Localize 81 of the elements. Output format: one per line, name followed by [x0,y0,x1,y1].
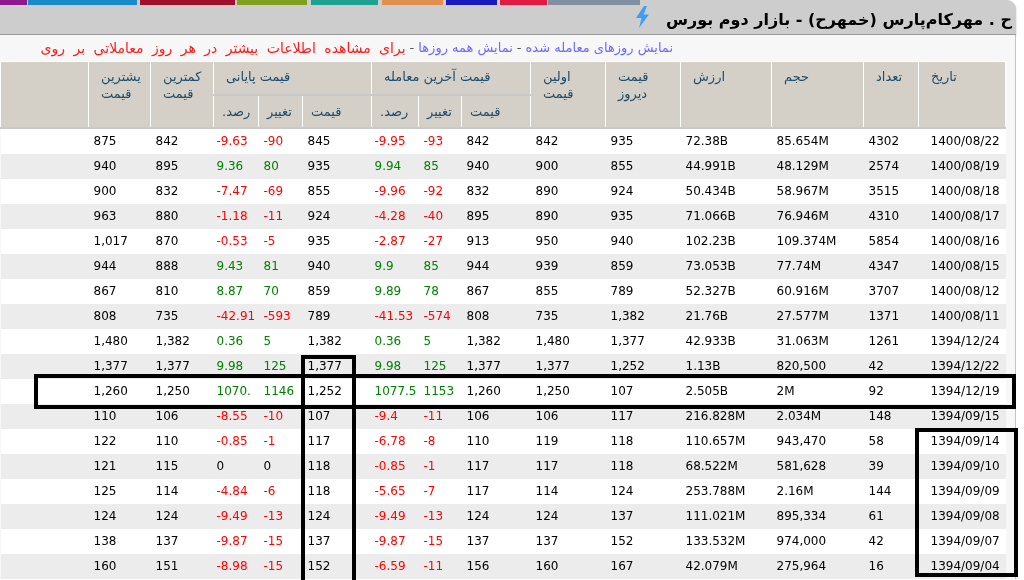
column-header: ارزش [680,61,772,128]
table-cell: 44.991B [680,153,772,179]
table-cell: 1400/08/19 [918,153,1006,179]
separator-text: - [409,39,415,58]
table-cell: 842 [461,127,531,154]
table-cell: 85.654M [771,127,864,154]
table-cell: 109.374M [771,228,864,254]
table-cell: 71.066B [680,203,772,229]
table-cell: 1400/08/12 [918,278,1006,304]
table-cell: 275,964 [771,553,864,579]
table-cell: 50.434B [680,178,772,204]
table-cell: 102.23B [680,228,772,254]
menu-tab[interactable] [446,0,497,5]
column-header: تغییر [418,94,462,128]
column-header: یشترین قیمت [88,61,151,128]
table-cell: 1400/08/18 [918,178,1006,204]
table-cell: 845 [302,127,372,154]
table-cell: 253.788M [680,478,772,504]
column-header: قیمت [461,94,531,128]
table-cell: 111.021M [680,503,772,529]
table-cell: 1400/08/16 [918,228,1006,254]
filter-link[interactable]: نمایش روزهای معامله شده [525,38,673,58]
menu-tab[interactable] [382,0,443,5]
hint-text: برای مشاهده اطلاعات بیشتر در هر روز معاملاتی بر روی [40,38,406,59]
table-cell: 842 [530,127,606,154]
column-header: رصد. [371,94,419,128]
table-cell: 21.76B [680,303,772,329]
menu-tab[interactable] [548,0,640,5]
table-cell: 935 [605,127,681,154]
table-cell: 42.933B [680,328,772,354]
table-cell: 1394/12/24 [918,328,1006,354]
menu-tab[interactable] [28,0,137,5]
table-cell: 1394/12/19 [918,378,1006,404]
table-cell: 1394/09/07 [918,528,1006,554]
table-cell: 52.327B [680,278,772,304]
column-header: تعداد [863,61,919,128]
table-cell: 1400/08/22 [918,127,1006,154]
table-cell: 895,334 [771,503,864,529]
column-header: حجم [771,61,864,128]
table-cell: 1394/09/08 [918,503,1006,529]
window-title: ح . مهرکام‌پارس (خمهرح) - بازار دوم بورس [665,9,1012,30]
table-cell: 133.532M [680,528,772,554]
table-cell: 42.079M [680,553,772,579]
table-cell: 110.657M [680,428,772,454]
filter-link[interactable]: نمایش همه روزها [418,38,513,58]
column-header: تغییر [258,94,303,128]
menu-tab[interactable] [0,0,27,5]
menu-tab[interactable] [140,0,235,5]
separator-text: - [516,39,522,58]
table-cell: 1400/08/15 [918,253,1006,279]
table-cell: 1400/08/11 [918,303,1006,329]
table-cell: 27.577M [771,303,864,329]
table-cell: 68.522M [680,453,772,479]
table-cell: 1394/09/09 [918,478,1006,504]
column-header: قیمت [302,94,372,128]
lightning-icon [634,5,650,28]
table-cell: 943,470 [771,428,864,454]
column-header: قیمت دیروز [605,61,681,128]
column-header: کمترین قیمت [150,61,214,128]
table-cell: 1400/08/17 [918,203,1006,229]
table-cell: 974,000 [771,528,864,554]
menu-tab[interactable] [500,0,547,5]
column-header: اولین قیمت [530,61,606,128]
menu-tab[interactable] [311,0,378,5]
table-cell: 72.38B [680,127,772,154]
column-group-header: قیمت پایانی [213,61,372,95]
menu-tab[interactable] [237,0,307,5]
table-cell: 581,628 [771,453,864,479]
table-cell: 76.946M [771,203,864,229]
table-cell: 77.74M [771,253,864,279]
table-cell: 31.063M [771,328,864,354]
table-cell: 2.16M [771,478,864,504]
column-header: تاریخ [918,61,1006,128]
table-cell: 60.916M [771,278,864,304]
table-cell: 48.129M [771,153,864,179]
table-cell: 2.505B [680,378,772,404]
table-cell: 1394/09/10 [918,453,1006,479]
table-cell: 2M [771,378,864,404]
column-group-header: قیمت آخرین معامله [371,61,531,95]
table-cell: 73.053B [680,253,772,279]
table-cell: 58.967M [771,178,864,204]
